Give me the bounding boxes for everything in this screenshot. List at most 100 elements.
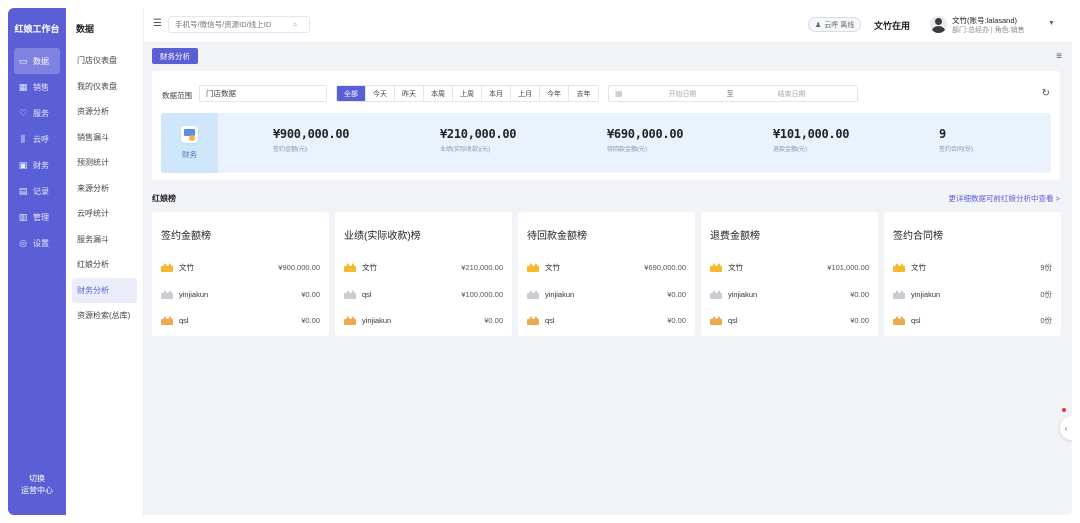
start-date-field[interactable]: 开始日期 <box>653 89 713 99</box>
period-button-3[interactable]: 本周 <box>424 86 453 101</box>
period-button-7[interactable]: 今年 <box>540 86 569 101</box>
rank-amount: ¥100,000.00 <box>461 289 503 299</box>
rank-name: 文竹 <box>179 262 194 272</box>
stat-caption: 退款金额(元) <box>773 147 807 153</box>
subnav-item-10[interactable]: 资源检索(总库) <box>66 303 143 329</box>
stat-item-1: ¥210,000.00 业绩(实际收款)(元) <box>440 127 516 153</box>
search-box[interactable]: ⌕ <box>168 16 310 33</box>
rail-item-5[interactable]: ▤ 记录 <box>8 178 66 204</box>
menu-icon[interactable]: ≡ <box>1056 51 1062 62</box>
rank-amount: 9份 <box>1040 262 1052 272</box>
subnav-item-3[interactable]: 销售漏斗 <box>66 125 143 151</box>
rank-name: 文竹 <box>362 262 377 272</box>
crown-icon <box>893 262 905 272</box>
rail-title: 红娘工作台 <box>14 23 60 34</box>
list-item: 文竹 ¥210,000.00 <box>344 260 503 274</box>
crown-icon <box>527 289 539 299</box>
stat-caption: 待回款金额(元) <box>607 147 647 153</box>
tab-finance-analysis[interactable]: 财务分析 <box>152 48 198 64</box>
list-item: yinjiakun ¥0.00 <box>161 287 320 301</box>
switch-center-button[interactable]: 切换 运营中心 <box>8 473 66 497</box>
crown-icon <box>893 289 905 299</box>
rank-name: yinjiakun <box>728 289 758 299</box>
rail-item-6[interactable]: ▥ 管理 <box>8 204 66 230</box>
subnav-item-9[interactable]: 财务分析 <box>72 277 137 303</box>
finance-badge: 财务 <box>161 113 218 173</box>
period-button-8[interactable]: 去年 <box>569 86 598 101</box>
subnav-item-5[interactable]: 来源分析 <box>66 176 143 202</box>
rank-name: yinjiakun <box>911 289 941 299</box>
stat-caption: 业绩(实际收款)(元) <box>440 147 490 153</box>
cloud-call-status-button[interactable]: ♟ 云呼 离线 <box>808 17 862 32</box>
subnav-item-2[interactable]: 资源分析 <box>66 99 143 125</box>
date-to-label: 至 <box>726 90 734 98</box>
rail-item-label: 记录 <box>33 186 49 196</box>
subnav-item-0[interactable]: 门店仪表盘 <box>66 48 143 74</box>
ranking-card-3: 退费金额榜 文竹 ¥101,000.00 yinjiakun ¥0.00 qsl ¥0.00 <box>701 212 878 336</box>
avatar[interactable] <box>930 16 947 33</box>
subnav-item-7[interactable]: 服务漏斗 <box>66 227 143 253</box>
rail-item-7[interactable]: ◎ 设置 <box>8 230 66 256</box>
rank-amount: ¥0.00 <box>850 315 869 325</box>
rank-amount: ¥0.00 <box>667 289 686 299</box>
scope-select[interactable]: 门店数据 <box>199 85 327 102</box>
rail-item-0[interactable]: ▭ 数据 <box>14 48 60 74</box>
search-icon[interactable]: ⌕ <box>293 20 297 30</box>
grid-icon: ▥ <box>18 211 28 222</box>
search-input[interactable] <box>175 20 293 29</box>
collapse-menu-icon[interactable]: ☰ <box>153 19 163 29</box>
refresh-icon[interactable]: ↻ <box>1042 88 1050 99</box>
rail-item-label: 服务 <box>33 108 49 118</box>
period-button-6[interactable]: 上月 <box>511 86 540 101</box>
period-button-5[interactable]: 本月 <box>482 86 511 101</box>
crown-icon <box>344 315 356 325</box>
rail-item-4[interactable]: ▣ 财务 <box>8 152 66 178</box>
crown-icon <box>344 262 356 272</box>
period-button-2[interactable]: 昨天 <box>395 86 424 101</box>
subnav-item-1[interactable]: 我的仪表盘 <box>66 74 143 100</box>
finance-icon <box>181 126 198 143</box>
rank-name: qsl <box>179 315 189 325</box>
range-label: 数据范围 <box>162 91 192 100</box>
period-button-1[interactable]: 今天 <box>366 86 395 101</box>
more-details-link[interactable]: 更详细数据可前红娘分析中查看 > <box>949 193 1060 204</box>
stat-caption: 签约金额(元) <box>273 147 307 153</box>
stats-strip: 财务 ¥900,000.00 签约金额(元) ¥210,000.00 业绩(实际收款)… <box>161 113 1051 173</box>
rail-item-1[interactable]: ▦ 销售 <box>8 74 66 100</box>
stat-item-0: ¥900,000.00 签约金额(元) <box>273 127 349 153</box>
subnav-item-6[interactable]: 云呼统计 <box>66 201 143 227</box>
rank-amount: ¥0.00 <box>850 289 869 299</box>
rank-amount: ¥0.00 <box>484 315 503 325</box>
sub-nav: 数据 门店仪表盘 我的仪表盘 资源分析 销售漏斗 预测统计 来源分析 云呼统计 服务漏斗 红娘分… <box>66 8 144 515</box>
rank-amount: ¥0.00 <box>301 315 320 325</box>
rank-amount: ¥900,000.00 <box>278 262 320 272</box>
rank-name: qsl <box>362 289 372 299</box>
subnav-item-8[interactable]: 红娘分析 <box>66 252 143 278</box>
list-item: 文竹 ¥101,000.00 <box>710 260 869 274</box>
heart-icon: ♡ <box>18 107 28 118</box>
subnav-item-4[interactable]: 预测统计 <box>66 150 143 176</box>
stat-value: ¥690,000.00 <box>607 127 684 141</box>
card-title: 业绩(实际收款)榜 <box>344 231 421 242</box>
ranking-card-0: 签约金额榜文竹 ¥900,000.00 yinjiakun ¥0.00 qsl ¥0.00 <box>152 212 329 336</box>
period-button-4[interactable]: 上周 <box>453 86 482 101</box>
chevron-down-icon[interactable]: ▼ <box>1048 20 1055 27</box>
list-item: qsl ¥0.00 <box>527 313 686 327</box>
subnav-title: 数据 <box>76 23 95 34</box>
person-icon: ♟ <box>815 21 822 29</box>
finance-badge-label: 财务 <box>182 150 197 159</box>
rail-item-2[interactable]: ♡ 服务 <box>8 100 66 126</box>
period-button-0[interactable]: 全部 <box>337 86 366 101</box>
date-range-picker[interactable]: ▦ 开始日期 至 结束日期 <box>608 85 858 102</box>
card-title: 签约金额榜 <box>161 231 211 242</box>
app-frame: 红娘工作台 ▭ 数据 ▦ 销售 ♡ 服务 ⫼ 云呼 ▣ 财务 ▤ 记录 ▥ 管理 ◎ 设置 切换 运营中心 数… <box>8 8 1072 515</box>
list-item: yinjiakun ¥0.00 <box>527 287 686 301</box>
top-header: ☰ ⌕ ♟ 云呼 离线 文竹在用 文竹(账号:lalasand) 部门:总经办 … <box>144 8 1072 43</box>
rail-item-3[interactable]: ⫼ 云呼 <box>8 126 66 152</box>
notification-dot <box>1062 408 1066 412</box>
cloud-status-label: 云呼 离线 <box>824 21 855 29</box>
current-user-status: 文竹在用 <box>874 21 911 31</box>
crown-icon <box>344 289 356 299</box>
list-item: qsl ¥100,000.00 <box>344 287 503 301</box>
end-date-field[interactable]: 结束日期 <box>762 89 822 99</box>
